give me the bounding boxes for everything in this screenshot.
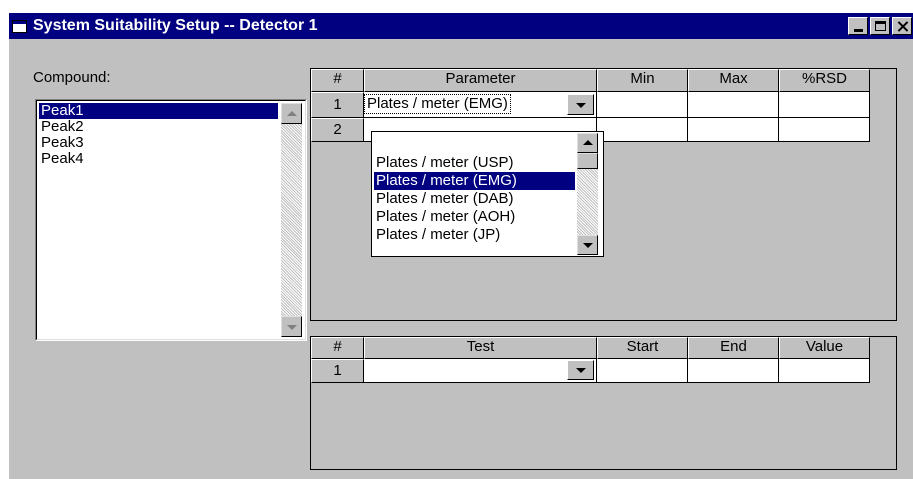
window-title: System Suitability Setup -- Detector 1 (33, 17, 318, 34)
dropdown-scroll-up-button[interactable] (577, 133, 598, 153)
test-row-1-dropdown-button[interactable] (567, 360, 594, 380)
param-header-parameter[interactable]: Parameter (364, 69, 597, 92)
dropdown-arrow-icon (575, 368, 586, 373)
compound-listbox[interactable]: Peak1 Peak2 Peak3 Peak4 (35, 99, 307, 341)
compound-scroll-down-button[interactable] (281, 316, 302, 337)
param-row-1-parameter-value: Plates / meter (EMG) (364, 94, 511, 114)
param-row-2-rsd[interactable] (779, 118, 870, 142)
test-row-1-end[interactable] (688, 359, 779, 383)
minimize-button[interactable] (848, 17, 868, 35)
scroll-down-icon (286, 324, 297, 330)
test-header-start[interactable]: Start (597, 337, 688, 359)
compound-item-peak1[interactable]: Peak1 (39, 103, 278, 119)
test-header-test[interactable]: Test (364, 337, 597, 359)
compound-label: Compound: (33, 69, 111, 86)
param-header-rsd[interactable]: %RSD (779, 69, 870, 92)
param-row-2-max[interactable] (688, 118, 779, 142)
compound-item-peak2[interactable]: Peak2 (39, 119, 278, 135)
param-row-1-max[interactable] (688, 92, 779, 118)
test-row-1-value[interactable] (779, 359, 870, 383)
param-row-1-number[interactable]: 1 (311, 92, 364, 118)
param-header-max[interactable]: Max (688, 69, 779, 92)
test-row-1-test-combo[interactable] (364, 359, 597, 383)
test-header-value[interactable]: Value (779, 337, 870, 359)
dropdown-scrollbar[interactable] (577, 133, 598, 255)
dropdown-option-aoh[interactable]: Plates / meter (AOH) (374, 208, 575, 226)
close-button[interactable] (892, 17, 912, 35)
dropdown-option-dab[interactable]: Plates / meter (DAB) (374, 190, 575, 208)
parameter-dropdown-list[interactable]: Plates / meter (USP) Plates / meter (EMG… (371, 131, 604, 257)
system-suitability-window: System Suitability Setup -- Detector 1 C… (7, 11, 913, 479)
dropdown-option-jp[interactable]: Plates / meter (JP) (374, 226, 575, 244)
param-header-min[interactable]: Min (597, 69, 688, 92)
dropdown-option-usp[interactable]: Plates / meter (USP) (374, 154, 575, 172)
test-header-number: # (311, 337, 364, 359)
param-row-2-min[interactable] (597, 118, 688, 142)
param-row-1-dropdown-button[interactable] (567, 94, 594, 115)
param-header-number: # (311, 69, 364, 92)
param-row-2-number[interactable]: 2 (311, 118, 364, 142)
dropdown-scroll-down-button[interactable] (577, 235, 598, 255)
scroll-up-icon (286, 110, 297, 116)
scroll-down-icon (582, 243, 593, 248)
compound-scroll-up-button[interactable] (281, 103, 302, 124)
param-row-1-rsd[interactable] (779, 92, 870, 118)
dropdown-option-emg[interactable]: Plates / meter (EMG) (374, 172, 575, 190)
test-row-1-number[interactable]: 1 (311, 359, 364, 383)
window-system-icon[interactable] (12, 19, 27, 33)
compound-item-peak4[interactable]: Peak4 (39, 151, 278, 167)
param-row-1-min[interactable] (597, 92, 688, 118)
test-grid: # Test Start End Value 1 (310, 336, 897, 470)
compound-item-peak3[interactable]: Peak3 (39, 135, 278, 151)
test-header-end[interactable]: End (688, 337, 779, 359)
compound-scrollbar[interactable] (281, 103, 302, 337)
param-row-1-parameter-combo[interactable]: Plates / meter (EMG) (364, 92, 597, 118)
dropdown-scroll-thumb[interactable] (577, 153, 598, 169)
dropdown-arrow-icon (575, 102, 586, 108)
test-row-1-start[interactable] (597, 359, 688, 383)
maximize-button[interactable] (870, 17, 890, 35)
scroll-up-icon (582, 140, 593, 145)
title-bar[interactable]: System Suitability Setup -- Detector 1 (9, 13, 913, 39)
